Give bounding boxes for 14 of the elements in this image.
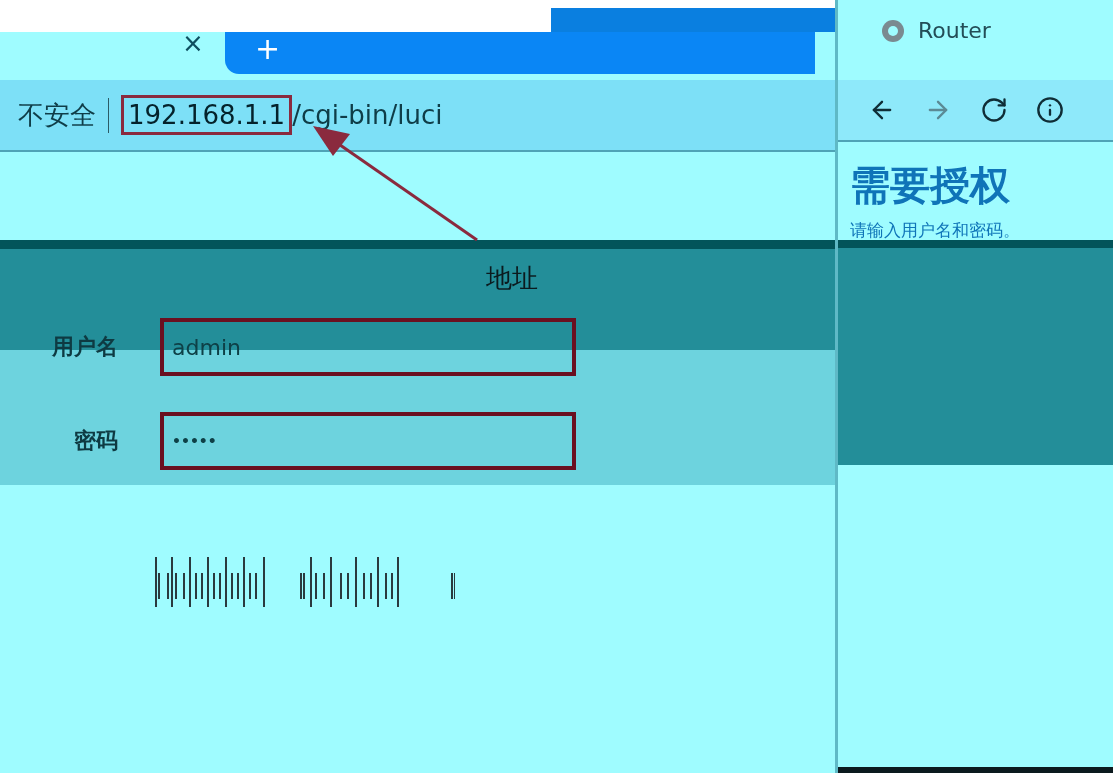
- reload-icon[interactable]: [980, 96, 1008, 124]
- address-bar[interactable]: 不安全 192.168.1.1 /cgi-bin/luci: [0, 80, 835, 152]
- annotation-label: 地址: [486, 262, 538, 295]
- new-tab-button[interactable]: +: [225, 32, 815, 74]
- url-host: 192.168.1.1: [121, 95, 293, 135]
- close-tab-button[interactable]: ×: [182, 28, 210, 58]
- page-subtitle: 请输入用户名和密码。: [850, 219, 1021, 242]
- url-path: /cgi-bin/luci: [292, 100, 443, 130]
- field-label: 密码: [73, 427, 118, 455]
- password-field[interactable]: •••••: [160, 412, 576, 470]
- page-heading: 需要授权: [850, 161, 1011, 210]
- security-label: 不安全: [18, 97, 109, 133]
- tab-title: Router: [918, 18, 991, 43]
- info-icon[interactable]: [1036, 96, 1064, 124]
